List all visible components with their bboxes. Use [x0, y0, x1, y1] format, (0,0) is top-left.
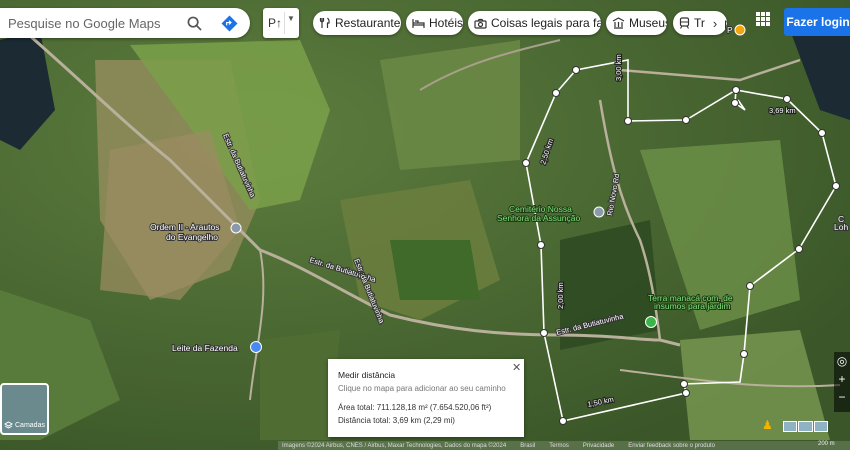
measure-node[interactable] [746, 282, 754, 290]
travel-mode-label: P↑ [268, 16, 283, 30]
fork-knife-icon [319, 17, 330, 28]
thumbnail[interactable] [813, 421, 828, 432]
measure-node[interactable] [522, 159, 530, 167]
compass-icon[interactable]: ◎ [834, 352, 850, 370]
attribution-terms[interactable]: Termos [549, 443, 569, 449]
place-marker-terra[interactable] [645, 316, 657, 328]
attribution-privacy[interactable]: Privacidade [583, 443, 614, 449]
camera-icon [474, 18, 487, 29]
measure-node[interactable] [682, 389, 690, 397]
measure-distance: Distância total: 3,69 km (2,29 mi) [338, 416, 455, 425]
zoom-out-button[interactable]: − [834, 388, 850, 406]
field-dark-green [390, 240, 480, 300]
measure-node[interactable] [818, 129, 826, 137]
zoom-in-button[interactable]: + [834, 370, 850, 388]
measure-label-3-00: 3,00 km [614, 54, 623, 81]
apps-grid-icon[interactable] [756, 12, 770, 26]
measure-node[interactable] [682, 116, 690, 124]
search-icon[interactable] [184, 13, 204, 33]
layers-label: Camadas [15, 422, 45, 429]
attribution-text: Imagens ©2024 Airbus, CNES / Airbus, Max… [282, 442, 507, 449]
thumbnail[interactable] [798, 421, 813, 432]
measure-node[interactable] [731, 99, 739, 107]
chip-label: Restaurantes [335, 16, 401, 30]
place-label-terra[interactable]: insumos para jardim [653, 300, 732, 312]
caret-down-icon: ▼ [287, 14, 295, 23]
scale-bar[interactable]: 200 m [818, 441, 835, 447]
measure-node[interactable] [537, 241, 545, 249]
measure-node[interactable] [732, 86, 740, 94]
attribution-country[interactable]: Brasil [520, 443, 535, 449]
place-label-right-2: Loh [834, 222, 848, 232]
layers-icon [4, 421, 13, 429]
chip-museus[interactable]: Museus [606, 11, 667, 35]
bed-icon [412, 18, 425, 28]
directions-icon[interactable] [219, 13, 239, 33]
layers-label-row: Camadas [4, 421, 45, 430]
login-button[interactable]: Fazer login [784, 8, 850, 36]
measure-node[interactable] [572, 66, 580, 74]
measure-node[interactable] [740, 350, 748, 358]
place-marker-cemiterio[interactable] [593, 206, 605, 218]
measure-node[interactable] [624, 117, 632, 125]
measure-node[interactable] [540, 329, 548, 337]
divider [284, 12, 285, 34]
chip-restaurantes[interactable]: Restaurantes [313, 11, 401, 35]
place-label-cemiterio[interactable]: Senhora da Assunção [496, 212, 581, 224]
measure-label-3-69: 3,69 km [769, 106, 796, 115]
measure-node[interactable] [680, 380, 688, 388]
top-controls: P↑ ▼ Restaurantes Hotéis Coisas legais p… [0, 8, 850, 38]
chevron-right-icon[interactable]: › [705, 13, 725, 33]
thumbnail[interactable] [783, 421, 798, 432]
measure-node[interactable] [795, 245, 803, 253]
measure-hint: Clique no mapa para adicionar ao seu cam… [338, 384, 506, 393]
chip-label: Coisas legais para fazer [491, 16, 601, 30]
measure-label-2-00: 2,00 km [556, 282, 565, 309]
search-box[interactable] [0, 8, 250, 38]
field-upper-center [380, 40, 520, 170]
attribution-feedback[interactable]: Enviar feedback sobre o produto [628, 443, 715, 449]
place-label-leite[interactable]: Leite da Fazenda [171, 342, 239, 354]
place-label-ordem[interactable]: do Evangelho [165, 231, 219, 243]
search-input[interactable] [6, 14, 178, 32]
imagery-thumbnails[interactable] [783, 421, 828, 432]
measure-node[interactable] [559, 417, 567, 425]
measure-distance-card: Medir distância Clique no mapa para adic… [328, 359, 524, 437]
measure-area: Área total: 711.128,18 m² (7.654.520,06 … [338, 403, 492, 412]
measure-node[interactable] [832, 182, 840, 190]
place-marker-leite[interactable] [250, 341, 262, 353]
zoom-controls: ◎ + − [834, 352, 850, 412]
measure-node[interactable] [783, 95, 791, 103]
chip-coisas-legais[interactable]: Coisas legais para fazer [468, 11, 601, 35]
measure-node[interactable] [552, 89, 560, 97]
chip-hoteis[interactable]: Hotéis [406, 11, 463, 35]
pegman-icon[interactable]: ♟ [762, 418, 773, 432]
chip-label: Hotéis [429, 16, 463, 30]
place-marker-ordem[interactable] [230, 222, 242, 234]
attribution-bar: Imagens ©2024 Airbus, CNES / Airbus, Max… [278, 441, 850, 450]
measure-title: Medir distância [338, 370, 396, 380]
museum-icon [612, 17, 625, 29]
layers-button[interactable]: Camadas [0, 383, 49, 435]
train-icon [679, 17, 690, 29]
chip-label: Museus [629, 16, 667, 30]
place-label-ordem[interactable]: Ordem II - Arautos [149, 221, 220, 233]
travel-mode-button[interactable]: P↑ ▼ [263, 8, 299, 38]
close-icon[interactable]: ✕ [512, 361, 521, 374]
